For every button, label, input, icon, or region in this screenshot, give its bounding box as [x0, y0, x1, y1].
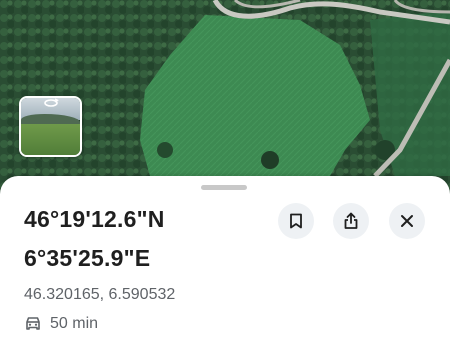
- rotate-360-icon: [43, 98, 59, 107]
- location-bottom-sheet: 46°19'12.6"N 6°35'25.9"E 46.320165, 6.59…: [0, 176, 450, 338]
- drive-duration: 50 min: [50, 315, 99, 332]
- save-button[interactable]: [278, 203, 314, 239]
- bookmark-icon: [290, 213, 302, 229]
- decimal-coordinates: 46.320165, 6.590532: [24, 286, 176, 303]
- close-button[interactable]: [389, 203, 425, 239]
- street-view-thumbnail[interactable]: [19, 96, 82, 157]
- latitude-dms: 46°19'12.6"N: [24, 206, 165, 232]
- share-button[interactable]: [333, 203, 369, 239]
- close-icon: [401, 215, 413, 227]
- car-icon: [26, 317, 40, 330]
- thumbnail-grass: [21, 124, 80, 155]
- share-icon: [344, 212, 358, 229]
- drag-handle[interactable]: [201, 185, 247, 190]
- longitude-dms: 6°35'25.9"E: [24, 245, 151, 271]
- drive-time[interactable]: 50 min: [24, 315, 98, 333]
